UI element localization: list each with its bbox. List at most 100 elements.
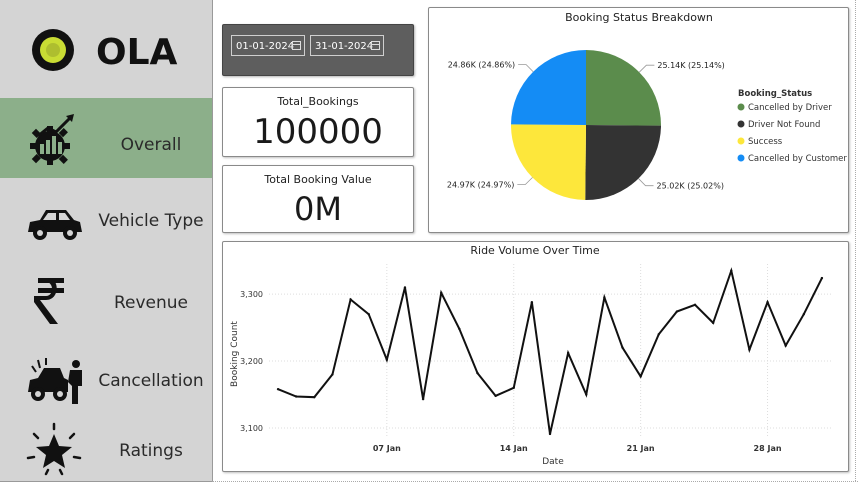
data-point[interactable]	[693, 303, 697, 307]
nav-label-cancellation: Cancellation	[98, 371, 204, 391]
nav-item-overall[interactable]: Overall	[0, 98, 212, 178]
broken-car-icon	[28, 358, 82, 404]
data-point[interactable]	[530, 300, 534, 304]
nav-label-vehicle-type: Vehicle Type	[98, 211, 204, 231]
brand-name: OLA	[96, 32, 178, 73]
pie-leader-line	[638, 64, 655, 73]
car-icon	[28, 210, 82, 240]
x-tick-label: 21 Jan	[627, 444, 655, 453]
pie-slice[interactable]	[586, 50, 661, 126]
pie-data-label: 24.86K (24.86%)	[448, 61, 515, 70]
nav-item-cancellation[interactable]: Cancellation	[0, 340, 212, 420]
data-point[interactable]	[458, 327, 461, 331]
start-date-value: 01-01-2024	[236, 41, 295, 52]
data-point[interactable]	[421, 397, 425, 401]
y-tick-label: 3,300	[240, 290, 263, 299]
sidebar: OLA Overall Vehicle Type Revenue Cancell…	[0, 0, 213, 482]
total-bookings-value: 100000	[253, 112, 383, 152]
data-point[interactable]	[440, 291, 443, 294]
data-point[interactable]	[566, 351, 570, 355]
pie-data-label: 25.14K (25.14%)	[657, 61, 724, 70]
legend-marker	[737, 103, 745, 111]
pie-slice[interactable]	[511, 124, 586, 200]
data-point[interactable]	[548, 432, 552, 436]
nav-item-ratings[interactable]: Ratings	[0, 410, 212, 490]
data-point[interactable]	[367, 312, 370, 316]
x-axis-label: Date	[542, 457, 564, 467]
data-point[interactable]	[476, 371, 479, 375]
data-point[interactable]	[585, 393, 588, 396]
legend-marker	[737, 154, 745, 162]
calendar-icon[interactable]	[371, 41, 380, 50]
data-point[interactable]	[639, 375, 642, 378]
nav-label-overall: Overall	[120, 135, 182, 155]
data-point[interactable]	[675, 310, 679, 313]
pie-title: Booking Status Breakdown	[565, 11, 713, 24]
booking-status-chart: Booking Status Breakdown 25.14K (25.14%)…	[428, 7, 849, 233]
booking-status-pie-svg: Booking Status Breakdown 25.14K (25.14%)…	[447, 11, 847, 201]
data-point[interactable]	[512, 386, 515, 390]
y-tick-label: 3,100	[240, 424, 263, 433]
legend-title: Booking_Status	[738, 89, 812, 99]
date-range-filter: 01-01-2024 31-01-2024	[222, 24, 414, 76]
data-point[interactable]	[820, 276, 824, 280]
total-booking-value-title: Total Booking Value	[264, 173, 372, 186]
gear-growth-chart-icon	[30, 114, 74, 165]
x-tick-label: 28 Jan	[754, 444, 782, 453]
legend-item[interactable]: Cancelled by Driver	[748, 103, 832, 113]
total-booking-value-card: Total Booking Value 0M	[222, 165, 414, 233]
data-point[interactable]	[331, 373, 334, 376]
legend-marker	[737, 120, 745, 128]
start-date-input[interactable]: 01-01-2024	[231, 35, 305, 56]
pie-leader-line	[517, 177, 533, 185]
pie-data-label: 24.97K (24.97%)	[447, 181, 514, 190]
data-point[interactable]	[313, 395, 316, 399]
data-point[interactable]	[657, 333, 660, 336]
calendar-icon[interactable]	[292, 41, 301, 50]
ride-volume-line[interactable]	[277, 267, 823, 435]
legend-item[interactable]: Success	[748, 137, 783, 147]
nav-label-revenue: Revenue	[113, 293, 189, 313]
ride-volume-chart: Ride Volume Over Time 3,100 3,200 3,300 07…	[222, 241, 849, 472]
pie-leader-line	[638, 178, 654, 187]
data-point[interactable]	[730, 269, 733, 272]
data-point[interactable]	[494, 394, 497, 398]
pie-data-label: 25.02K (25.02%)	[657, 182, 724, 191]
nav-item-revenue[interactable]: Revenue	[0, 262, 212, 342]
data-point[interactable]	[349, 298, 352, 301]
nav-item-vehicle-type[interactable]: Vehicle Type	[0, 180, 212, 260]
total-bookings-card: Total_Bookings 100000	[222, 87, 414, 157]
data-point[interactable]	[784, 344, 787, 347]
pie-leader-line	[518, 64, 534, 73]
data-point[interactable]	[603, 296, 606, 299]
legend-item[interactable]: Cancelled by Customer	[748, 154, 847, 164]
y-tick-label: 3,200	[240, 357, 263, 366]
legend-item[interactable]: Driver Not Found	[748, 120, 820, 130]
data-point[interactable]	[802, 312, 806, 316]
total-bookings-title: Total_Bookings	[277, 95, 359, 108]
rupee-icon	[34, 278, 64, 324]
total-booking-value-value: 0M	[294, 190, 342, 228]
legend-marker	[737, 137, 745, 145]
x-tick-label: 07 Jan	[373, 444, 401, 453]
data-point[interactable]	[766, 300, 769, 304]
end-date-input[interactable]: 31-01-2024	[310, 35, 384, 56]
star-burst-icon	[26, 422, 82, 476]
data-point[interactable]	[621, 346, 624, 349]
data-point[interactable]	[385, 358, 389, 361]
ola-logo: OLA	[30, 22, 190, 78]
nav-label-ratings: Ratings	[119, 441, 183, 461]
line-title: Ride Volume Over Time	[470, 244, 599, 257]
pie-slice[interactable]	[511, 50, 586, 125]
data-point[interactable]	[276, 387, 280, 391]
x-tick-label: 14 Jan	[500, 444, 528, 453]
pie-slice[interactable]	[585, 125, 661, 201]
page-edge	[855, 0, 856, 481]
y-axis-label: Booking Count	[230, 321, 240, 387]
data-point[interactable]	[711, 321, 715, 325]
end-date-value: 31-01-2024	[315, 41, 374, 52]
data-point[interactable]	[294, 395, 298, 398]
data-point[interactable]	[403, 286, 407, 289]
page-edge-bottom	[212, 481, 858, 482]
data-point[interactable]	[748, 348, 751, 351]
